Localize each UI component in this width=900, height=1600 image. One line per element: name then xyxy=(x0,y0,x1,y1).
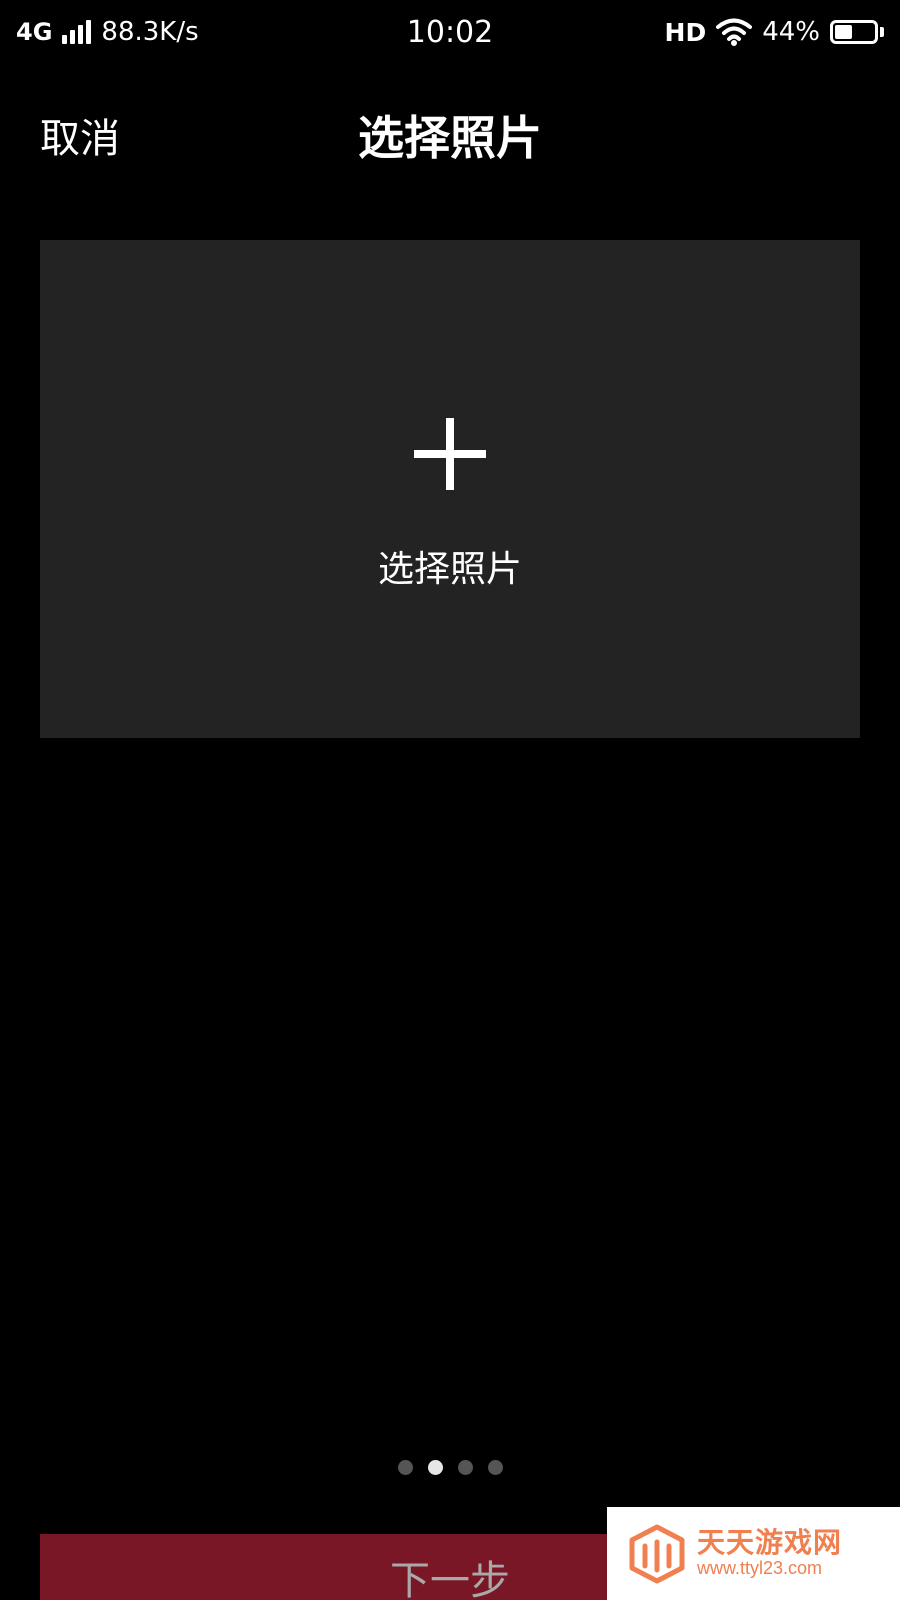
page-dot xyxy=(457,1460,473,1475)
screen: 4G 88.3K/s 10:02 HD 44% 取消 选择照片 选择照片 下一步… xyxy=(0,0,900,1600)
watermark: 天天游戏网 www.ttyl23.com xyxy=(607,1507,900,1600)
battery-percent: 44% xyxy=(762,17,820,47)
select-photo-area[interactable]: 选择照片 xyxy=(40,240,860,738)
hd-badge: HD xyxy=(664,17,707,47)
page-dot xyxy=(487,1460,503,1475)
watermark-name: 天天游戏网 xyxy=(697,1526,843,1560)
battery-body xyxy=(830,20,878,44)
status-left: 4G 88.3K/s xyxy=(16,17,450,47)
select-photo-label: 选择照片 xyxy=(377,549,522,590)
plus-icon xyxy=(414,418,486,490)
status-right: HD 44% xyxy=(450,17,884,47)
page-dot xyxy=(427,1460,443,1475)
battery-fill xyxy=(835,25,852,39)
watermark-text: 天天游戏网 www.ttyl23.com xyxy=(697,1526,843,1579)
page-indicator xyxy=(0,1460,900,1475)
watermark-logo-icon xyxy=(629,1524,685,1584)
nav-bar: 取消 选择照片 xyxy=(0,96,900,168)
battery-tip xyxy=(880,27,884,37)
wifi-icon xyxy=(716,18,753,46)
network-type: 4G xyxy=(16,18,53,46)
status-bar: 4G 88.3K/s 10:02 HD 44% xyxy=(0,0,900,64)
signal-icon xyxy=(62,20,92,44)
page-title: 选择照片 xyxy=(358,111,542,165)
watermark-url: www.ttyl23.com xyxy=(697,1558,823,1578)
page-dot xyxy=(397,1460,413,1475)
network-speed: 88.3K/s xyxy=(101,17,199,47)
battery-icon xyxy=(830,20,884,44)
